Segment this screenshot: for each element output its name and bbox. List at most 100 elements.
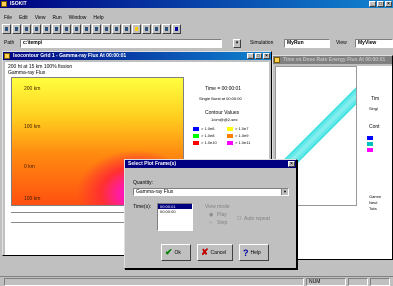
legend-label: > 1.0e11 (235, 140, 251, 145)
step-forward-icon[interactable] (92, 24, 101, 34)
single-burst-label: Single Burst at 00:00:00 (199, 96, 242, 101)
quantity-value: Gamma-ray Flux (136, 189, 174, 195)
status-message (4, 278, 304, 286)
save-icon[interactable] (22, 24, 31, 34)
menu-view[interactable]: View (35, 15, 46, 22)
dialog-close-button[interactable]: × (288, 161, 295, 167)
path-dropdown-button[interactable]: ▾ (233, 39, 241, 48)
help-button[interactable]: ? Help (239, 244, 269, 261)
dialog-titlebar[interactable]: Select Plot Frame(s) × (125, 160, 296, 168)
times-listbox[interactable]: 00:00:01 00:00:00 (157, 203, 193, 231)
legend-swatch (367, 148, 373, 152)
minimize-button[interactable]: _ (369, 1, 376, 7)
app-title: ISOKIT (10, 1, 27, 7)
plot-title-2: Gamma-ray Flux (8, 70, 46, 76)
help-icon[interactable] (172, 24, 181, 34)
simulation-field[interactable]: MyRun (284, 39, 330, 48)
menu-edit[interactable]: Edit (19, 15, 28, 22)
path-field[interactable]: c:\temp\ (20, 39, 222, 48)
open-icon[interactable] (12, 24, 21, 34)
contour-units: 1/cm@@2-sec (211, 117, 238, 122)
zoom-icon[interactable] (122, 24, 131, 34)
axis-label: 100 km (24, 124, 41, 130)
ok-button[interactable]: ✔ Ok (161, 244, 191, 261)
legend-swatch (193, 141, 199, 145)
auto-repeat-label: Auto repeat (244, 216, 270, 222)
menu-help[interactable]: Help (93, 15, 103, 22)
maximize-button[interactable]: □ (255, 53, 262, 59)
legend-swatch (227, 141, 233, 145)
close-button[interactable]: × (385, 1, 392, 7)
stop-icon[interactable] (112, 24, 121, 34)
menu-file[interactable]: File (4, 15, 12, 22)
app-icon (1, 1, 7, 7)
chart-icon[interactable] (132, 24, 141, 34)
radio-play-label: Play (217, 212, 227, 218)
axis-label: 200 km (24, 86, 41, 92)
isocontour-window-title: Isocontour Grid 1 - Gamma-ray Flux At 00… (13, 53, 127, 59)
chevron-down-icon[interactable]: ▼ (281, 189, 288, 195)
grid-icon[interactable] (42, 24, 51, 34)
right-label: Tim (371, 96, 380, 102)
new-icon[interactable] (2, 24, 11, 34)
app-titlebar: ISOKIT _ □ × (0, 0, 393, 8)
legend-swatch (367, 136, 373, 140)
view-label: View (336, 40, 347, 46)
window-icon (4, 53, 10, 59)
maximize-button[interactable]: □ (377, 1, 384, 7)
help-label: Help (250, 249, 261, 256)
status-cell (348, 278, 368, 286)
axis-label: 0 km (24, 164, 35, 170)
path-bar: Path c:\temp\ ▾ Simulation MyRun View My… (0, 39, 393, 48)
legend-swatch (227, 127, 233, 131)
menu-window[interactable]: Window (69, 15, 87, 22)
radio-step-label: Step (217, 220, 228, 226)
quantity-select[interactable]: Gamma-ray Flux ▼ (133, 188, 289, 196)
cancel-button[interactable]: ✘ Cancel (197, 244, 233, 261)
isocontour-window-titlebar[interactable]: Isocontour Grid 1 - Gamma-ray Flux At 00… (3, 52, 271, 60)
calc-icon[interactable] (142, 24, 151, 34)
print-icon[interactable] (32, 24, 41, 34)
toolbar (2, 24, 181, 36)
time-label: Time = 00:00:01 (205, 86, 242, 92)
legend-label: > 1.0e10 (201, 140, 217, 145)
cancel-label: Cancel (210, 249, 227, 256)
axis-label: 100 km (24, 196, 41, 202)
quantity-label: Quantity: (133, 180, 154, 186)
minimize-button[interactable]: _ (247, 53, 254, 59)
dose-rate-window-title: Time vs Dose Rate Energy Flux At 00:00:0… (283, 57, 386, 63)
application-window: ISOKIT _ □ × File Edit View Run Window H… (0, 0, 393, 286)
legend-label: > 1.0e8 (201, 133, 215, 138)
window-icon[interactable] (152, 24, 161, 34)
status-bar: NUM (0, 276, 393, 286)
auto-repeat-checkbox-icon[interactable]: ☐ (237, 216, 241, 222)
rewind-icon[interactable] (52, 24, 61, 34)
close-button[interactable]: × (263, 53, 270, 59)
select-plot-frames-dialog: Select Plot Frame(s) × Quantity: Gamma-r… (124, 159, 297, 269)
list-item[interactable]: 00:00:00 (158, 209, 192, 214)
check-icon: ✔ (165, 247, 173, 257)
right-label: Cont (369, 124, 380, 130)
times-label: Time(s): (133, 204, 152, 210)
menu-bar: File Edit View Run Window Help (0, 15, 393, 22)
view-mode-label: View mode (205, 204, 230, 210)
view-field[interactable]: MyView (355, 39, 393, 48)
radio-play-icon[interactable]: ◉ (209, 212, 213, 218)
play-icon[interactable] (82, 24, 91, 34)
fast-forward-icon[interactable] (102, 24, 111, 34)
menu-run[interactable]: Run (52, 15, 61, 22)
right-label: Tota (369, 206, 377, 211)
legend-swatch (193, 134, 199, 138)
legend-label: > 1.0e7 (235, 126, 249, 131)
legend-swatch (227, 134, 233, 138)
radio-step-icon[interactable]: ○ (209, 220, 212, 226)
right-label: Neut (369, 200, 378, 205)
step-back-icon[interactable] (62, 24, 71, 34)
simulation-label: Simulation (250, 40, 274, 46)
x-icon: ✘ (201, 247, 209, 257)
pause-icon[interactable] (72, 24, 81, 34)
layout-icon[interactable] (162, 24, 171, 34)
contour-title: Contour Values (205, 110, 240, 116)
dose-rate-window-titlebar[interactable]: Time vs Dose Rate Energy Flux At 00:00:0… (273, 56, 392, 64)
status-num: NUM (306, 278, 346, 286)
